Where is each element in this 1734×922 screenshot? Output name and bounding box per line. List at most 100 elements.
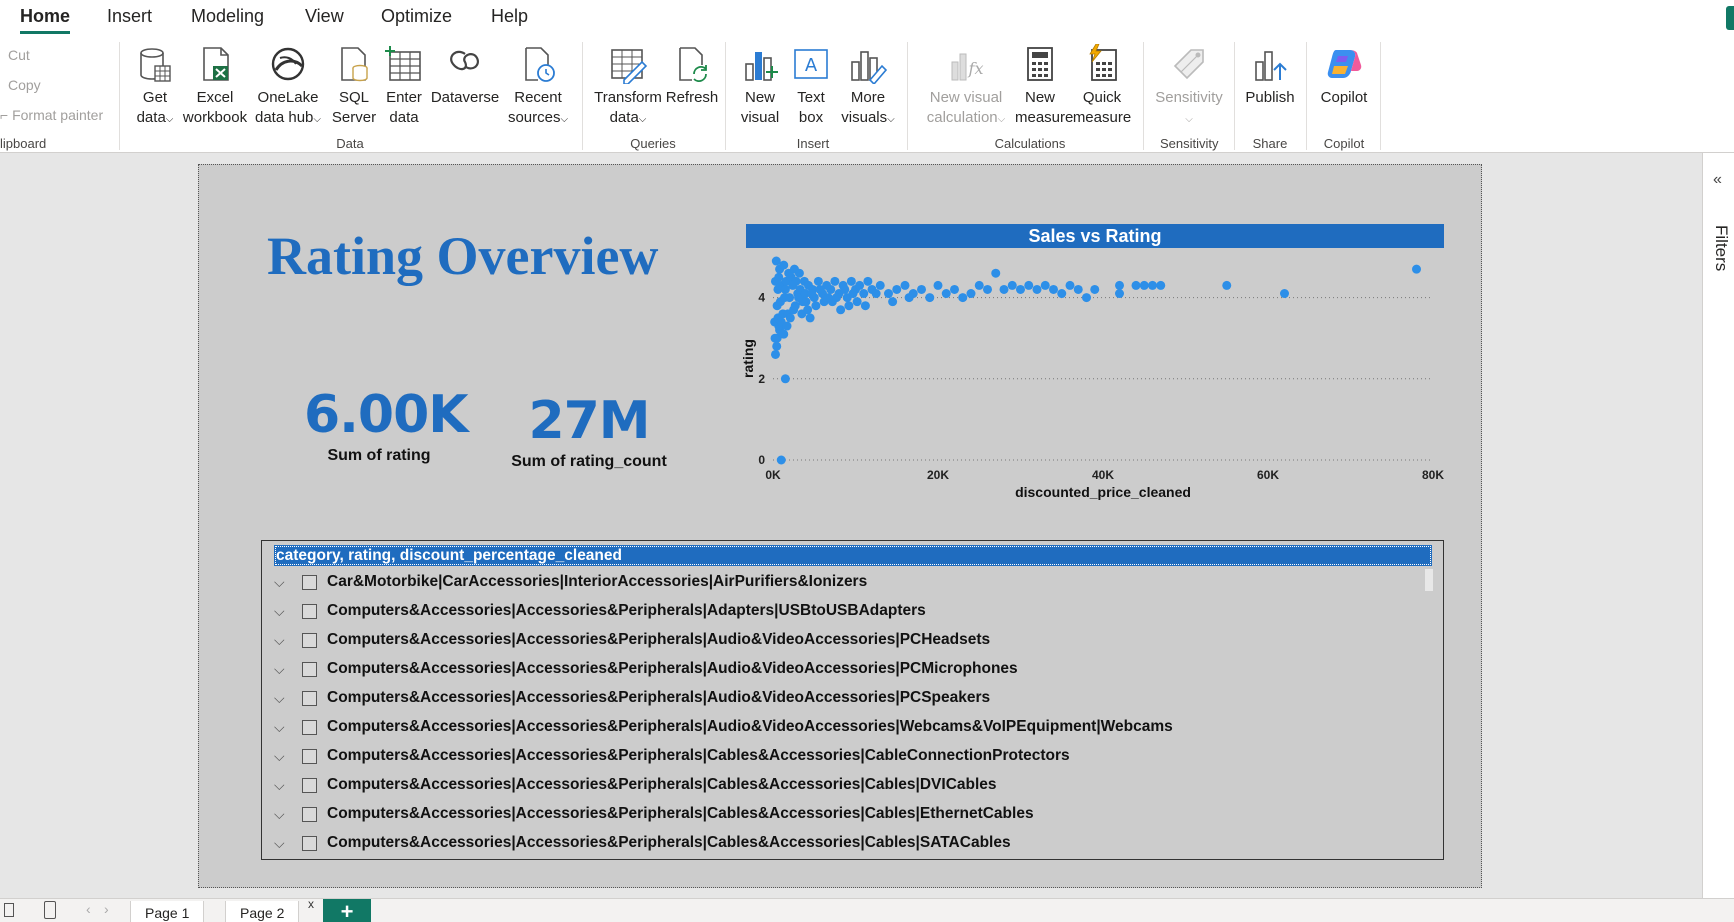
excel-workbook-button[interactable]: Excel workbook: [182, 44, 248, 128]
slicer-scrollbar[interactable]: [1425, 569, 1433, 591]
expand-chevron-icon[interactable]: ⌵: [274, 603, 292, 620]
slicer-item[interactable]: ⌵ Computers&Accessories|Accessories&Perip…: [274, 656, 1018, 682]
new-visual-calculation-button[interactable]: fx New visual calculation⌵: [918, 44, 1014, 130]
quick-measure-button[interactable]: Quick measure: [1066, 44, 1138, 128]
slicer-checkbox[interactable]: [302, 777, 317, 793]
slicer-item[interactable]: ⌵ Computers&Accessories|Accessories&Perip…: [274, 685, 990, 711]
copilot-button[interactable]: Copilot: [1314, 44, 1374, 108]
scatter-point: [892, 284, 902, 294]
dataverse-button[interactable]: Dataverse: [430, 44, 500, 108]
x-tick-label: 40K: [1092, 468, 1114, 482]
tab-optimize[interactable]: Optimize: [381, 6, 452, 27]
page-tab-label: Page 2: [240, 905, 285, 921]
copy-button[interactable]: Copy: [8, 77, 41, 93]
page-tab-page-1[interactable]: Page 1: [130, 901, 205, 922]
expand-chevron-icon[interactable]: ⌵: [274, 777, 292, 794]
y-axis-label: rating: [740, 339, 756, 378]
slicer-checkbox[interactable]: [302, 748, 317, 764]
slicer-header[interactable]: category, rating, discount_percentage_cl…: [274, 545, 1432, 566]
transform-data-button[interactable]: Transform data⌵: [592, 44, 664, 130]
new-visual-button[interactable]: New visual: [737, 44, 783, 128]
scroll-left-icon[interactable]: ‹: [86, 901, 91, 917]
expand-chevron-icon[interactable]: ⌵: [274, 719, 292, 736]
scatter-point: [1024, 280, 1034, 290]
slicer-checkbox[interactable]: [302, 632, 317, 648]
text-box-label-2: box: [798, 109, 824, 126]
new-visual-label-2: visual: [740, 109, 780, 126]
expand-chevron-icon[interactable]: ⌵: [274, 835, 292, 852]
expand-chevron-icon[interactable]: ⌵: [274, 632, 292, 649]
expand-chevron-icon[interactable]: ⌵: [274, 806, 292, 823]
slicer-checkbox[interactable]: [302, 574, 317, 590]
sql-server-button[interactable]: SQL Server: [330, 44, 378, 128]
collapse-pane-icon[interactable]: «: [1713, 171, 1722, 189]
new-measure-button[interactable]: New measure: [1015, 44, 1073, 128]
dataverse-icon: [450, 50, 479, 71]
category-slicer[interactable]: category, rating, discount_percentage_cl…: [261, 540, 1444, 860]
get-data-button[interactable]: Get data⌵: [130, 44, 180, 130]
group-sensitivity: Sensitivity: [1160, 136, 1219, 151]
page-tab-page-2[interactable]: Page 2: [225, 901, 300, 922]
mobile-layout-icon[interactable]: [44, 901, 56, 919]
text-box-button[interactable]: A Text box: [788, 44, 834, 128]
scatter-point: [983, 284, 992, 294]
more-visuals-button[interactable]: More visuals⌵: [838, 44, 898, 130]
scatter-chart[interactable]: 0240K 20K 40K 60K 80Kdiscounted_price_cleane…: [739, 255, 1449, 535]
tab-home[interactable]: Home: [20, 6, 71, 34]
slicer-item[interactable]: ⌵ Computers&Accessories|Accessories&Perip…: [274, 772, 997, 798]
report-title[interactable]: Rating Overview: [267, 225, 658, 287]
slicer-checkbox[interactable]: [302, 835, 317, 851]
add-page-button[interactable]: +: [323, 899, 371, 922]
database-icon: [140, 48, 171, 82]
divider: [725, 42, 726, 150]
recent-sources-button[interactable]: Recent sources⌵: [502, 44, 574, 130]
slicer-checkbox[interactable]: [302, 719, 317, 735]
cut-button[interactable]: Cut: [8, 47, 30, 63]
card-label: Sum of rating: [327, 447, 431, 464]
refresh-button[interactable]: Refresh: [664, 44, 720, 108]
transform-label-2: data: [609, 109, 639, 126]
slicer-item[interactable]: ⌵ Computers&Accessories|Accessories&Perip…: [274, 598, 926, 624]
tab-help[interactable]: Help: [491, 6, 528, 27]
enter-data-button[interactable]: Enter data: [380, 44, 428, 128]
close-page-icon[interactable]: x: [308, 897, 314, 911]
enter-data-label-2: data: [389, 109, 419, 126]
scatter-point: [813, 276, 823, 286]
expand-chevron-icon[interactable]: ⌵: [274, 661, 292, 678]
slicer-item[interactable]: ⌵ Computers&Accessories|Accessories&Perip…: [274, 627, 990, 653]
scatter-point: [794, 268, 804, 278]
slicer-item[interactable]: ⌵ Computers&Accessories|Accessories&Perip…: [274, 743, 1070, 769]
scroll-right-icon[interactable]: ›: [104, 901, 109, 917]
card-value: 27M: [528, 391, 650, 451]
slicer-checkbox[interactable]: [302, 806, 317, 822]
group-data: Data: [336, 136, 364, 151]
onelake-data-hub-button[interactable]: OneLake data hub⌵: [252, 44, 324, 130]
quick-measure-label-2: measure: [1072, 109, 1132, 126]
expand-chevron-icon[interactable]: ⌵: [274, 574, 292, 591]
tab-modeling[interactable]: Modeling: [191, 6, 264, 27]
publish-button[interactable]: Publish: [1242, 44, 1298, 108]
card-sum-of-rating[interactable]: 6.00K Sum of rating: [304, 385, 469, 465]
format-painter-button[interactable]: ⌐ Format painter: [0, 107, 103, 123]
expand-chevron-icon[interactable]: ⌵: [274, 748, 292, 765]
slicer-checkbox[interactable]: [302, 603, 317, 619]
scatter-point: [836, 305, 846, 315]
slicer-item[interactable]: ⌵ Computers&Accessories|Accessories&Perip…: [274, 714, 1173, 740]
page-view-icon[interactable]: [4, 903, 14, 917]
tab-view[interactable]: View: [305, 6, 344, 27]
slicer-item[interactable]: ⌵ Computers&Accessories|Accessories&Perip…: [274, 830, 1011, 856]
card-sum-of-rating-count[interactable]: 27M Sum of rating_count: [489, 391, 689, 471]
slicer-checkbox[interactable]: [302, 661, 317, 677]
slicer-checkbox[interactable]: [302, 690, 317, 706]
slicer-item[interactable]: ⌵ Car&Motorbike|CarAccessories|InteriorAc…: [274, 569, 867, 595]
scatter-point: [1032, 284, 1042, 294]
tab-insert[interactable]: Insert: [107, 6, 152, 27]
expand-chevron-icon[interactable]: ⌵: [274, 690, 292, 707]
scatter-point: [1222, 280, 1232, 290]
scatter-point: [925, 293, 935, 303]
filters-pane[interactable]: « Filters: [1702, 153, 1734, 898]
slicer-item[interactable]: ⌵ Computers&Accessories|Accessories&Perip…: [274, 801, 1034, 827]
group-share: Share: [1252, 136, 1288, 151]
sensitivity-button[interactable]: Sensitivity ⌵: [1150, 44, 1228, 130]
excel-label-2: workbook: [182, 109, 248, 126]
